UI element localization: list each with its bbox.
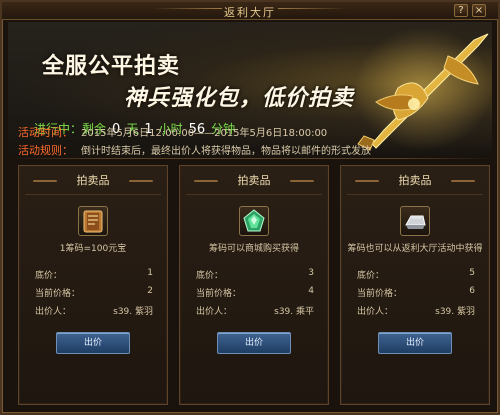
current-price-label: 当前价格：	[357, 289, 403, 299]
help-button[interactable]: ?	[454, 4, 468, 17]
help-icon: ?	[458, 5, 464, 16]
bidder-label: 出价人：	[196, 307, 233, 317]
bidder-value: s39. 紫羽	[435, 307, 475, 317]
event-time-label: 活动时间：	[18, 126, 73, 139]
bid-button[interactable]: 出价	[217, 332, 291, 354]
event-rules-label: 活动规则：	[18, 144, 73, 157]
current-price-value: 2	[147, 286, 153, 296]
close-button[interactable]: ×	[472, 4, 486, 17]
card-header: 拍卖品	[186, 172, 322, 190]
card-divider	[25, 194, 161, 195]
current-price-label: 当前价格：	[35, 289, 81, 299]
headline-weapon-pack: 神兵强化包，低价拍卖	[124, 86, 355, 111]
auction-card-1: 拍卖品 1筹码=100元宝 底价： 1 当前价格： 2 出价人： s39. 紫羽…	[18, 165, 168, 405]
silver-ingot-icon	[405, 215, 426, 229]
base-price-label: 底价：	[196, 271, 224, 281]
bidder-label: 出价人：	[35, 307, 72, 317]
card-divider	[347, 194, 483, 195]
card-header: 拍卖品	[347, 172, 483, 190]
titlebar[interactable]: 返利大厅 ? ×	[2, 2, 498, 20]
item-description: 1筹码=100元宝	[59, 244, 127, 254]
card-divider	[186, 194, 322, 195]
current-price-value: 4	[308, 286, 314, 296]
event-time-value: 2015年5月6日12:00:00——2015年5月6日18:00:00	[81, 128, 328, 139]
auction-card-3: 拍卖品 筹码也可以从返利大厅活动中获得 底价： 5 当前价格： 6 出价人： s…	[340, 165, 490, 405]
bidder-value: s39. 乘平	[274, 307, 314, 317]
card-header: 拍卖品	[25, 172, 161, 190]
current-price-value: 6	[469, 286, 475, 296]
item-slot[interactable]	[78, 206, 108, 236]
green-gem-icon	[243, 209, 265, 232]
base-price-label: 底价：	[35, 271, 63, 281]
auction-card-2: 拍卖品 筹码可以商城购买获得 底价： 3 当前价格： 4 出价人： s39. 乘…	[179, 165, 329, 405]
base-price-label: 底价：	[357, 271, 385, 281]
current-price-label: 当前价格：	[196, 289, 242, 299]
event-rules-value: 倒计时结束后，最终出价人将获得物品，物品将以邮件的形式发放	[81, 146, 371, 157]
item-description: 筹码也可以从返利大厅活动中获得	[347, 244, 483, 254]
item-slot[interactable]	[400, 206, 430, 236]
close-icon: ×	[474, 5, 484, 16]
section-divider	[8, 158, 492, 159]
title-ornament-right	[278, 8, 348, 9]
item-slot[interactable]	[239, 206, 269, 236]
item-description: 筹码可以商城购买获得	[208, 244, 299, 254]
base-price-value: 1	[147, 268, 153, 278]
event-rules-row: 活动规则： 倒计时结束后，最终出价人将获得物品，物品将以邮件的形式发放	[18, 142, 371, 158]
bidder-label: 出价人：	[357, 307, 394, 317]
bidder-value: s39. 紫羽	[113, 307, 153, 317]
bid-button[interactable]: 出价	[378, 332, 452, 354]
rebate-hall-window: 返利大厅 ? × 全服公平拍卖 神兵强化包，低价拍卖 进行中：剩余 0 天 1 …	[0, 0, 500, 415]
bid-button[interactable]: 出价	[56, 332, 130, 354]
base-price-value: 3	[308, 268, 314, 278]
scroll-book-icon	[83, 210, 103, 233]
event-time-row: 活动时间： 2015年5月6日12:00:00——2015年5月6日18:00:0…	[18, 124, 327, 140]
base-price-value: 5	[469, 268, 475, 278]
window-title: 返利大厅	[224, 6, 276, 19]
headline-fair-auction: 全服公平拍卖	[42, 54, 181, 79]
